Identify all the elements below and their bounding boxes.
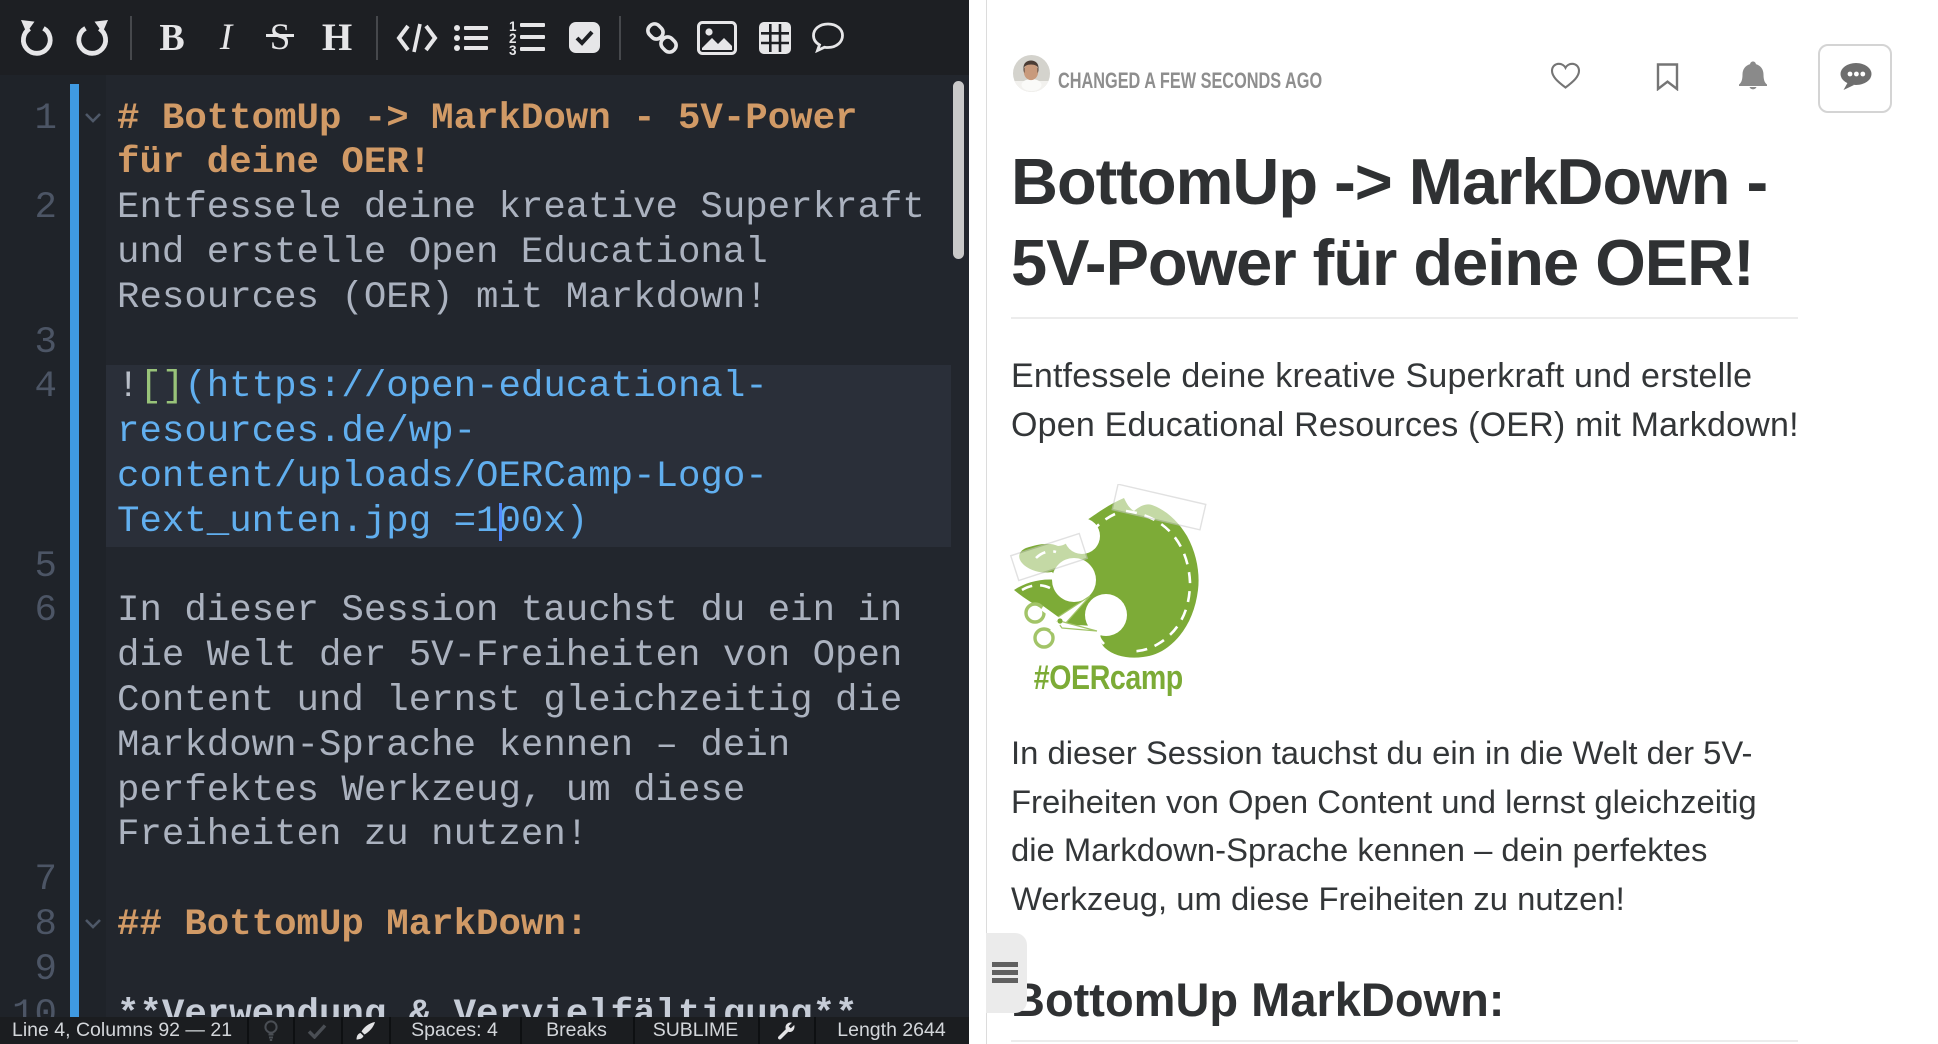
svg-text:3: 3 (509, 43, 517, 55)
